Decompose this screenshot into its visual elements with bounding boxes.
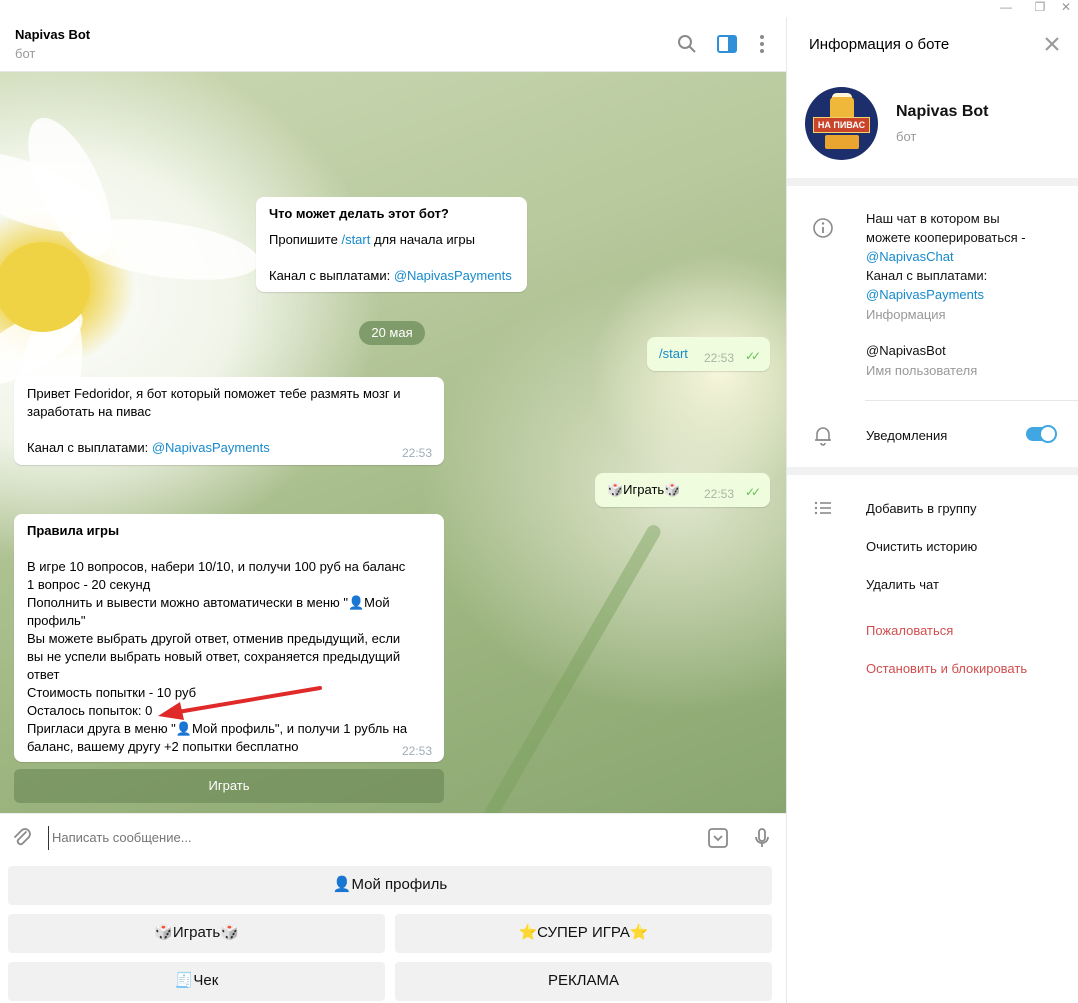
super-game-button[interactable]: ⭐СУПЕР ИГРА⭐ (395, 914, 772, 952)
payments-channel-link[interactable]: @NapivasPayments (152, 440, 270, 455)
avatar-base (825, 135, 859, 149)
profile-subtitle: бот (896, 129, 917, 144)
incoming-message[interactable]: Привет Fedoridor, я бот который поможет … (14, 377, 444, 465)
add-to-group-action[interactable]: Добавить в группу (866, 501, 977, 516)
sidebar-toggle-icon[interactable] (715, 32, 739, 56)
play-button[interactable]: 🎲Играть🎲 (8, 914, 385, 952)
close-icon[interactable] (1042, 34, 1062, 54)
annotation-arrow (158, 686, 322, 720)
outgoing-message[interactable]: /start 22:53 ✓✓ (647, 337, 770, 371)
message-time: 22:53 (402, 446, 433, 460)
divider (865, 400, 1078, 401)
toggle-knob (1039, 425, 1057, 443)
rules-line: вы не успели выбрать новый ответ, сохран… (27, 649, 401, 664)
rules-body: В игре 10 вопросов, набери 10/10, и полу… (27, 558, 437, 756)
list-icon (814, 501, 831, 515)
info-label: Информация (866, 307, 946, 322)
chat-area: Napivas Bot бот Что может делать этот бо… (0, 17, 786, 1003)
bell-icon (815, 427, 831, 446)
message-time: 22:53 (704, 487, 735, 501)
notifications-label: Уведомления (866, 428, 948, 443)
payments-channel-link[interactable]: @NapivasPayments (866, 285, 1026, 304)
section-separator (787, 178, 1078, 186)
description-line: можете кооперироваться - (866, 230, 1026, 245)
ads-button[interactable]: РЕКЛАМА (395, 962, 772, 1000)
outgoing-message[interactable]: 🎲Играть🎲 22:53 ✓✓ (595, 473, 770, 507)
minimize-icon: — (1000, 0, 1012, 14)
restore-button[interactable]: ❐ (1030, 0, 1050, 16)
rules-line: Вы можете выбрать другой ответ, отменив … (27, 631, 401, 646)
date-pill: 20 мая (359, 321, 425, 345)
message-text: 🎲Играть🎲 (607, 482, 681, 497)
info-icon (813, 218, 833, 238)
background-stem (470, 522, 664, 813)
background-petal (67, 209, 263, 290)
rules-line: Пригласи друга в меню "👤Мой профиль", и … (27, 721, 408, 736)
avatar-badge: НА ПИВАС (813, 117, 870, 133)
intro-text: для начала игры (370, 232, 475, 247)
bot-info-panel: Информация о боте НА ПИВАС Napivas Bot б… (786, 17, 1078, 1003)
close-icon: ✕ (1060, 0, 1072, 14)
rules-line: баланс, вашему другу +2 попытки бесплатн… (27, 739, 299, 754)
search-icon[interactable] (675, 32, 699, 56)
profile-name: Napivas Bot (896, 103, 989, 120)
report-action[interactable]: Пожаловаться (866, 623, 953, 638)
message-time: 22:53 (402, 744, 433, 758)
more-options-icon[interactable] (750, 32, 774, 56)
bot-keyboard-icon[interactable] (706, 826, 730, 850)
intro-line1: Пропишите /start для начала игры (269, 231, 475, 249)
start-command-link[interactable]: /start (341, 232, 370, 247)
message-input[interactable] (48, 826, 668, 850)
intro-text: Канал с выплатами: (269, 268, 394, 283)
bot-description: Наш чат в котором вы можете кооперироват… (866, 209, 1026, 304)
username[interactable]: @NapivasBot (866, 341, 946, 360)
section-separator (787, 467, 1078, 475)
rules-line: профиль" (27, 613, 86, 628)
message-line: Канал с выплатами: @NapivasPayments (27, 439, 270, 457)
composer (0, 813, 786, 861)
close-window-button[interactable]: ✕ (1056, 0, 1076, 16)
read-checks-icon: ✓✓ (745, 485, 761, 499)
check-button[interactable]: 🧾Чек (8, 962, 385, 1000)
attach-icon[interactable] (10, 826, 34, 850)
rules-message[interactable]: Правила игры В игре 10 вопросов, набери … (14, 514, 444, 762)
rules-line: 1 вопрос - 20 секунд (27, 577, 151, 592)
delete-chat-action[interactable]: Удалить чат (866, 577, 939, 592)
message-list[interactable]: Что может делать этот бот? Пропишите /st… (0, 72, 786, 813)
restore-icon: ❐ (1034, 0, 1046, 14)
panel-title: Информация о боте (809, 36, 950, 53)
bot-reply-keyboard: 👤Мой профиль 🎲Играть🎲 ⭐СУПЕР ИГРА⭐ 🧾Чек … (0, 861, 786, 1003)
chat-title[interactable]: Napivas Bot (15, 27, 90, 42)
beer-glass-icon (830, 97, 854, 119)
play-inline-button[interactable]: Играть (14, 769, 444, 803)
microphone-icon[interactable] (750, 826, 774, 850)
rules-line: В игре 10 вопросов, набери 10/10, и полу… (27, 559, 406, 574)
read-checks-icon: ✓✓ (745, 349, 761, 363)
message-line: Привет Fedoridor, я бот который поможет … (27, 386, 401, 401)
avatar[interactable]: НА ПИВАС (805, 87, 878, 160)
minimize-button[interactable]: — (996, 0, 1016, 16)
username-label: Имя пользователя (866, 363, 978, 378)
rules-line: Пополнить и вывести можно автоматически … (27, 595, 390, 610)
stop-and-block-action[interactable]: Остановить и блокировать (866, 661, 1027, 676)
intro-text: Пропишите (269, 232, 342, 247)
message-line: заработать на пивас (27, 404, 151, 419)
message-text: Канал с выплатами: (27, 440, 152, 455)
description-line: Канал с выплатами: (866, 268, 988, 283)
bot-intro-card: Что может делать этот бот? Пропишите /st… (256, 197, 527, 292)
chat-header: Napivas Bot бот (0, 17, 786, 72)
payments-channel-link[interactable]: @NapivasPayments (394, 268, 512, 283)
window-titlebar: — ❐ ✕ (0, 0, 1078, 17)
chat-subtitle: бот (15, 46, 36, 61)
my-profile-button[interactable]: 👤Мой профиль (8, 866, 772, 904)
rules-title: Правила игры (27, 523, 120, 538)
chat-link[interactable]: @NapivasChat (866, 247, 1026, 266)
message-time: 22:53 (704, 351, 735, 365)
intro-line2: Канал с выплатами: @NapivasPayments (269, 267, 512, 285)
notifications-toggle[interactable] (1026, 425, 1057, 443)
description-line: Наш чат в котором вы (866, 211, 1000, 226)
clear-history-action[interactable]: Очистить историю (866, 539, 977, 554)
message-text[interactable]: /start (659, 345, 688, 363)
intro-title: Что может делать этот бот? (269, 206, 449, 221)
